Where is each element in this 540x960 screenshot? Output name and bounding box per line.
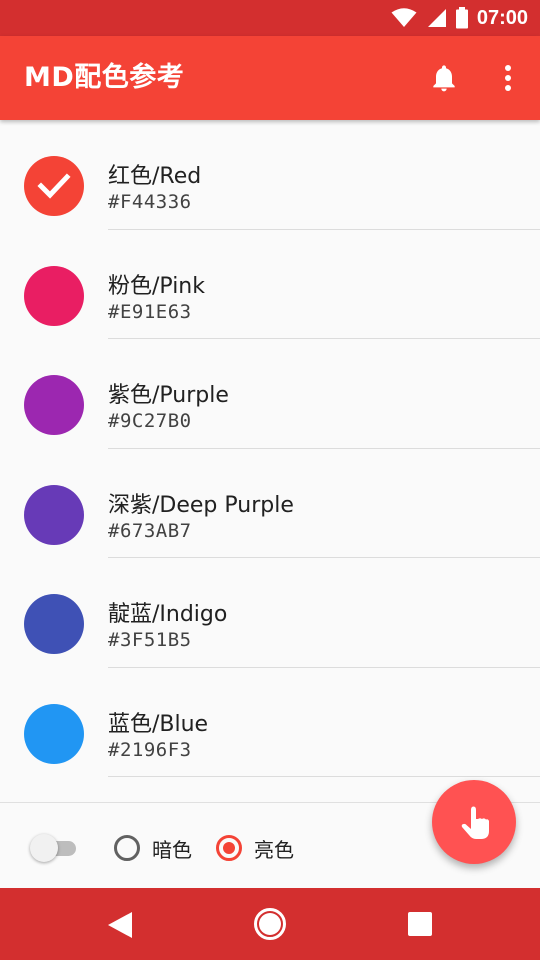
color-swatch	[24, 594, 84, 654]
theme-switch[interactable]	[30, 833, 78, 863]
back-icon[interactable]	[106, 910, 134, 940]
color-hex: #F44336	[108, 191, 192, 213]
radio-dot	[223, 842, 235, 854]
color-item-pink[interactable]: 粉色/Pink #E91E63	[0, 230, 540, 339]
color-hex: #E91E63	[108, 300, 192, 323]
color-item-deep-purple[interactable]: 深紫/Deep Purple #673AB7	[0, 449, 540, 558]
color-name: 紫色/Purple	[108, 383, 229, 408]
color-hex: #2196F3	[108, 738, 192, 761]
color-swatch	[24, 156, 84, 216]
color-item-indigo[interactable]: 靛蓝/Indigo #3F51B5	[0, 558, 540, 668]
color-name: 靛蓝/Indigo	[108, 602, 228, 627]
color-item-blue[interactable]: 蓝色/Blue #2196F3	[0, 668, 540, 777]
color-swatch	[24, 375, 84, 435]
touch-fab-button[interactable]	[432, 780, 516, 864]
app-bar: MD配色参考	[0, 36, 540, 120]
navigation-bar	[0, 888, 540, 960]
color-name: 红色/Red	[108, 164, 202, 189]
app-title: MD配色参考	[24, 62, 185, 93]
home-icon[interactable]	[253, 907, 287, 941]
bell-icon[interactable]	[428, 62, 460, 94]
radio-unchecked-icon	[114, 835, 140, 861]
switch-thumb	[30, 834, 58, 862]
radio-checked-icon	[216, 835, 242, 861]
color-item-red[interactable]: 红色/Red #F44336	[0, 120, 540, 230]
wifi-icon	[391, 8, 417, 27]
radio-dark[interactable]: 暗色	[114, 831, 192, 865]
check-icon	[37, 173, 71, 199]
color-name: 粉色/Pink	[108, 273, 205, 299]
status-icons: 07:00	[391, 0, 528, 36]
signal-icon	[427, 9, 446, 27]
color-item-purple[interactable]: 紫色/Purple #9C27B0	[0, 339, 540, 449]
color-hex: #3F51B5	[108, 629, 192, 651]
radio-label: 亮色	[254, 837, 294, 862]
color-hex: #673AB7	[108, 519, 192, 542]
color-swatch	[24, 265, 84, 326]
touch-icon	[461, 806, 489, 839]
color-name: 蓝色/Blue	[108, 711, 209, 737]
radio-light[interactable]: 亮色	[216, 831, 294, 865]
recents-icon[interactable]	[408, 912, 432, 936]
status-bar: 07:00	[0, 0, 540, 36]
more-vert-icon[interactable]	[494, 62, 522, 94]
color-name: 深紫/Deep Purple	[108, 492, 294, 518]
status-time: 07:00	[476, 6, 528, 29]
battery-icon	[455, 7, 468, 29]
color-swatch	[24, 484, 84, 545]
color-list: 红色/Red #F44336 粉色/Pink #E91E63 紫色/Purple…	[0, 120, 540, 802]
radio-label: 暗色	[152, 837, 192, 862]
divider	[108, 776, 540, 777]
color-hex: #9C27B0	[108, 410, 192, 432]
color-swatch	[24, 703, 84, 764]
